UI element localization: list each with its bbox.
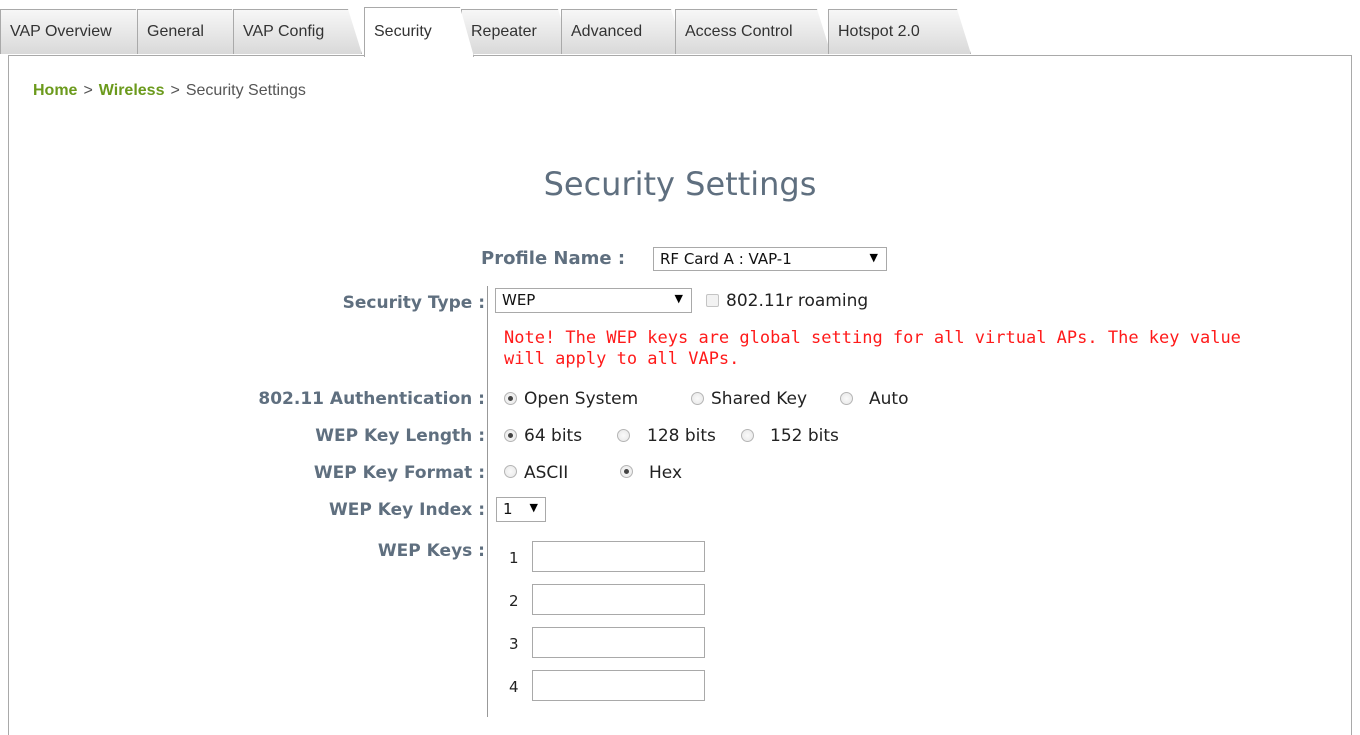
auth-open-system-label: Open System (524, 389, 639, 409)
auth-auto-label: Auto (869, 389, 909, 409)
auth-open-system-radio[interactable] (504, 392, 517, 405)
breadcrumb: Home > Wireless > Security Settings (33, 82, 306, 100)
tab-hotspot[interactable]: Hotspot 2.0 (828, 9, 971, 54)
wep-key-3-input[interactable] (532, 627, 705, 658)
key-length-128-radio[interactable] (617, 429, 630, 442)
breadcrumb-separator: > (83, 82, 93, 99)
triangle-down-icon: ▼ (529, 501, 538, 514)
profile-name-value: RF Card A : VAP-1 (660, 250, 792, 268)
auth-auto-radio[interactable] (840, 392, 853, 405)
key-length-152-label: 152 bits (770, 426, 839, 446)
wep-global-note: Note! The WEP keys are global setting fo… (504, 328, 1241, 369)
wep-key-2-input[interactable] (532, 584, 705, 615)
key-format-hex-label: Hex (649, 463, 683, 483)
tab-label: VAP Overview (10, 23, 112, 40)
auth-shared-key-label: Shared Key (711, 389, 808, 409)
tab-security[interactable]: Security (364, 7, 474, 57)
tab-label: Repeater (471, 23, 537, 40)
tab-general[interactable]: General (137, 9, 246, 54)
key-index-value: 1 (503, 500, 513, 518)
auth-shared-key-radio[interactable] (691, 392, 704, 405)
wep-key-number: 1 (509, 549, 519, 567)
breadcrumb-wireless-link[interactable]: Wireless (99, 82, 165, 99)
key-length-128-label: 128 bits (647, 426, 716, 446)
tab-vap-overview[interactable]: VAP Overview (0, 9, 150, 54)
key-length-152-radio[interactable] (741, 429, 754, 442)
tab-label: Hotspot 2.0 (838, 23, 920, 40)
key-length-label: WEP Key Length : (315, 426, 485, 446)
triangle-down-icon: ▼ (869, 251, 878, 264)
tab-label: Security (374, 23, 432, 40)
security-type-select[interactable]: WEP ▼ (495, 288, 692, 313)
key-format-ascii-label: ASCII (524, 463, 569, 483)
authentication-label: 802.11 Authentication : (258, 389, 485, 409)
key-format-hex-radio[interactable] (620, 465, 633, 478)
form-divider (487, 286, 488, 717)
roaming-checkbox[interactable] (706, 294, 719, 307)
key-length-64-radio[interactable] (504, 429, 517, 442)
wep-key-4-input[interactable] (532, 670, 705, 701)
key-format-ascii-radio[interactable] (504, 465, 517, 478)
key-length-64-label: 64 bits (524, 426, 583, 446)
breadcrumb-current: Security Settings (185, 82, 306, 99)
key-index-label: WEP Key Index : (329, 500, 485, 520)
tab-advanced[interactable]: Advanced (561, 9, 685, 54)
breadcrumb-separator: > (170, 82, 180, 99)
tab-label: VAP Config (243, 23, 325, 40)
page-title: Security Settings (543, 165, 817, 203)
tab-bar: VAP Overview General VAP Config Security… (0, 9, 1360, 57)
wep-key-number: 3 (509, 635, 519, 653)
wep-keys-label: WEP Keys : (377, 541, 485, 561)
profile-name-select[interactable]: RF Card A : VAP-1 ▼ (653, 247, 887, 271)
wep-key-1-input[interactable] (532, 541, 705, 572)
triangle-down-icon: ▼ (674, 292, 683, 305)
security-type-label: Security Type : (342, 293, 485, 313)
key-format-label: WEP Key Format : (313, 463, 485, 483)
tab-access-control[interactable]: Access Control (675, 9, 831, 54)
tab-vap-config[interactable]: VAP Config (233, 9, 362, 54)
wep-key-number: 2 (509, 592, 519, 610)
tab-repeater[interactable]: Repeater (461, 9, 572, 54)
profile-name-label: Profile Name : (481, 248, 626, 269)
tab-label: General (147, 23, 204, 40)
tab-label: Advanced (571, 23, 643, 40)
key-index-select[interactable]: 1 ▼ (496, 497, 546, 522)
roaming-label: 802.11r roaming (726, 291, 869, 311)
breadcrumb-home-link[interactable]: Home (33, 82, 77, 99)
security-type-value: WEP (502, 291, 536, 309)
wep-key-number: 4 (509, 678, 519, 696)
tab-label: Access Control (685, 23, 793, 40)
